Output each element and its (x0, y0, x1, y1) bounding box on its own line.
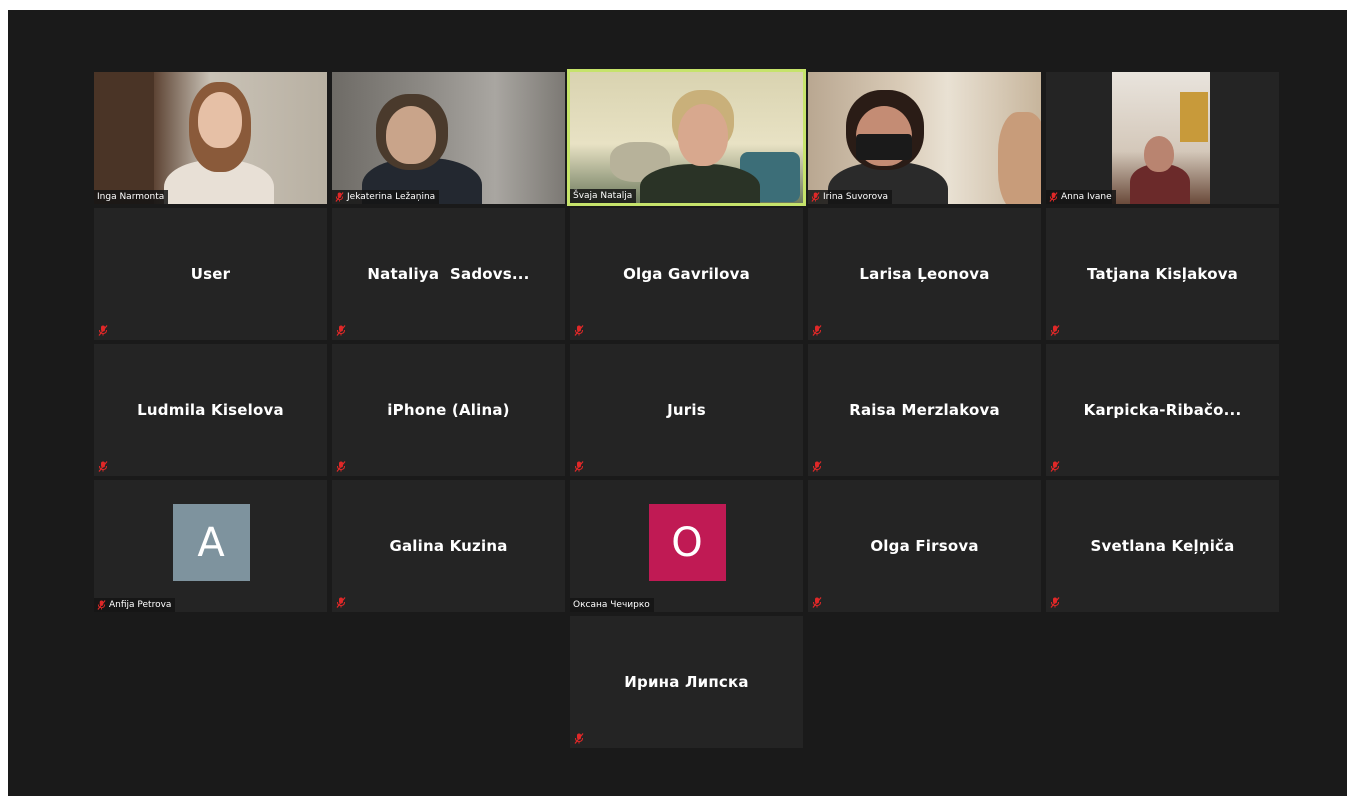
participant-name: Ирина Липска (624, 673, 749, 691)
participant-tile-nataliya-sadovs[interactable]: Nataliya Sadovs... (332, 208, 565, 340)
participant-tile-olga-gavrilova[interactable]: Olga Gavrilova (570, 208, 803, 340)
meeting-gallery-view: Inga Narmonta Jekaterina Ležaņina Švaja … (8, 10, 1347, 796)
participant-name: Inga Narmonta (97, 192, 165, 202)
microphone-muted-icon (574, 461, 584, 472)
participant-name-label: Anna Ivane (1046, 190, 1116, 204)
participant-name: Anfija Petrova (109, 600, 172, 610)
participant-video (94, 72, 327, 204)
participant-video (570, 72, 803, 203)
participant-name: Karpicka-Ribačo... (1083, 401, 1242, 419)
participant-name-label: Inga Narmonta (94, 190, 169, 204)
microphone-muted-icon (1049, 192, 1058, 202)
microphone-muted-icon (812, 325, 822, 336)
participant-tile-anfija-petrova[interactable]: A Anfija Petrova (94, 480, 327, 612)
participant-name: iPhone (Alina) (387, 401, 510, 419)
avatar-initial: A (197, 519, 225, 566)
avatar: A (172, 504, 250, 581)
video-tile-inga-narmonta[interactable]: Inga Narmonta (94, 72, 327, 204)
participant-name: Nataliya Sadovs... (367, 265, 530, 283)
participant-video (808, 72, 1041, 204)
participant-tile-olga-firsova[interactable]: Olga Firsova (808, 480, 1041, 612)
participant-name: Оксана Чечирко (573, 600, 650, 610)
avatar-initial: O (671, 519, 703, 566)
participant-name-label: Anfija Petrova (94, 598, 176, 612)
microphone-muted-icon (336, 325, 346, 336)
microphone-muted-icon (98, 325, 108, 336)
participant-name: User (190, 265, 231, 283)
participant-video (332, 72, 565, 204)
microphone-muted-icon (1050, 325, 1060, 336)
participant-name-label: Švaja Natalja (570, 189, 637, 203)
participant-tile-iphone-alina[interactable]: iPhone (Alina) (332, 344, 565, 476)
video-tile-anna-ivane[interactable]: Anna Ivane (1046, 72, 1279, 204)
video-tile-svaja-natalja-active-speaker[interactable]: Švaja Natalja (567, 69, 806, 206)
participant-name: Tatjana Kisļakova (1086, 265, 1238, 283)
participant-name: Švaja Natalja (573, 191, 633, 201)
microphone-muted-icon (1050, 461, 1060, 472)
participant-tile-svetlana-kelnica[interactable]: Svetlana Keļņiča (1046, 480, 1279, 612)
microphone-muted-icon (811, 192, 820, 202)
participant-tile-ludmila-kiselova[interactable]: Ludmila Kiselova (94, 344, 327, 476)
microphone-muted-icon (336, 597, 346, 608)
participant-tile-oksana-chechirko[interactable]: O Оксана Чечирко (570, 480, 803, 612)
participant-tile-tatjana-kislakova[interactable]: Tatjana Kisļakova (1046, 208, 1279, 340)
video-tile-jekaterina-lezanina[interactable]: Jekaterina Ležaņina (332, 72, 565, 204)
microphone-muted-icon (812, 461, 822, 472)
participant-name-label: Irina Suvorova (808, 190, 893, 204)
microphone-muted-icon (1050, 597, 1060, 608)
participant-name: Olga Firsova (870, 537, 979, 555)
video-tile-irina-suvorova[interactable]: Irina Suvorova (808, 72, 1041, 204)
participant-name-label: Jekaterina Ležaņina (332, 190, 440, 204)
microphone-muted-icon (574, 325, 584, 336)
participant-tile-larisa-leonova[interactable]: Larisa Ļeonova (808, 208, 1041, 340)
participant-name: Svetlana Keļņiča (1090, 537, 1235, 555)
participant-tile-karpicka-ribaco[interactable]: Karpicka-Ribačo... (1046, 344, 1279, 476)
participant-name: Ludmila Kiselova (137, 401, 284, 419)
participant-tile-irina-lipska[interactable]: Ирина Липска (570, 616, 803, 748)
microphone-muted-icon (98, 461, 108, 472)
avatar: O (648, 504, 726, 581)
participant-tile-galina-kuzina[interactable]: Galina Kuzina (332, 480, 565, 612)
participant-tile-juris[interactable]: Juris (570, 344, 803, 476)
participant-name: Larisa Ļeonova (859, 265, 990, 283)
participant-name: Irina Suvorova (823, 192, 889, 202)
participant-tile-raisa-merzlakova[interactable]: Raisa Merzlakova (808, 344, 1041, 476)
participant-name: Olga Gavrilova (623, 265, 750, 283)
participant-name: Raisa Merzlakova (849, 401, 1000, 419)
microphone-muted-icon (97, 600, 106, 610)
participant-name: Juris (667, 401, 706, 419)
microphone-muted-icon (336, 461, 346, 472)
participant-name: Jekaterina Ležaņina (347, 192, 436, 202)
microphone-muted-icon (574, 733, 584, 744)
participant-name: Anna Ivane (1061, 192, 1112, 202)
participant-tile-user[interactable]: User (94, 208, 327, 340)
participant-name: Galina Kuzina (389, 537, 508, 555)
microphone-muted-icon (812, 597, 822, 608)
microphone-muted-icon (335, 192, 344, 202)
participant-name-label: Оксана Чечирко (570, 598, 654, 612)
participant-video (1046, 72, 1279, 204)
